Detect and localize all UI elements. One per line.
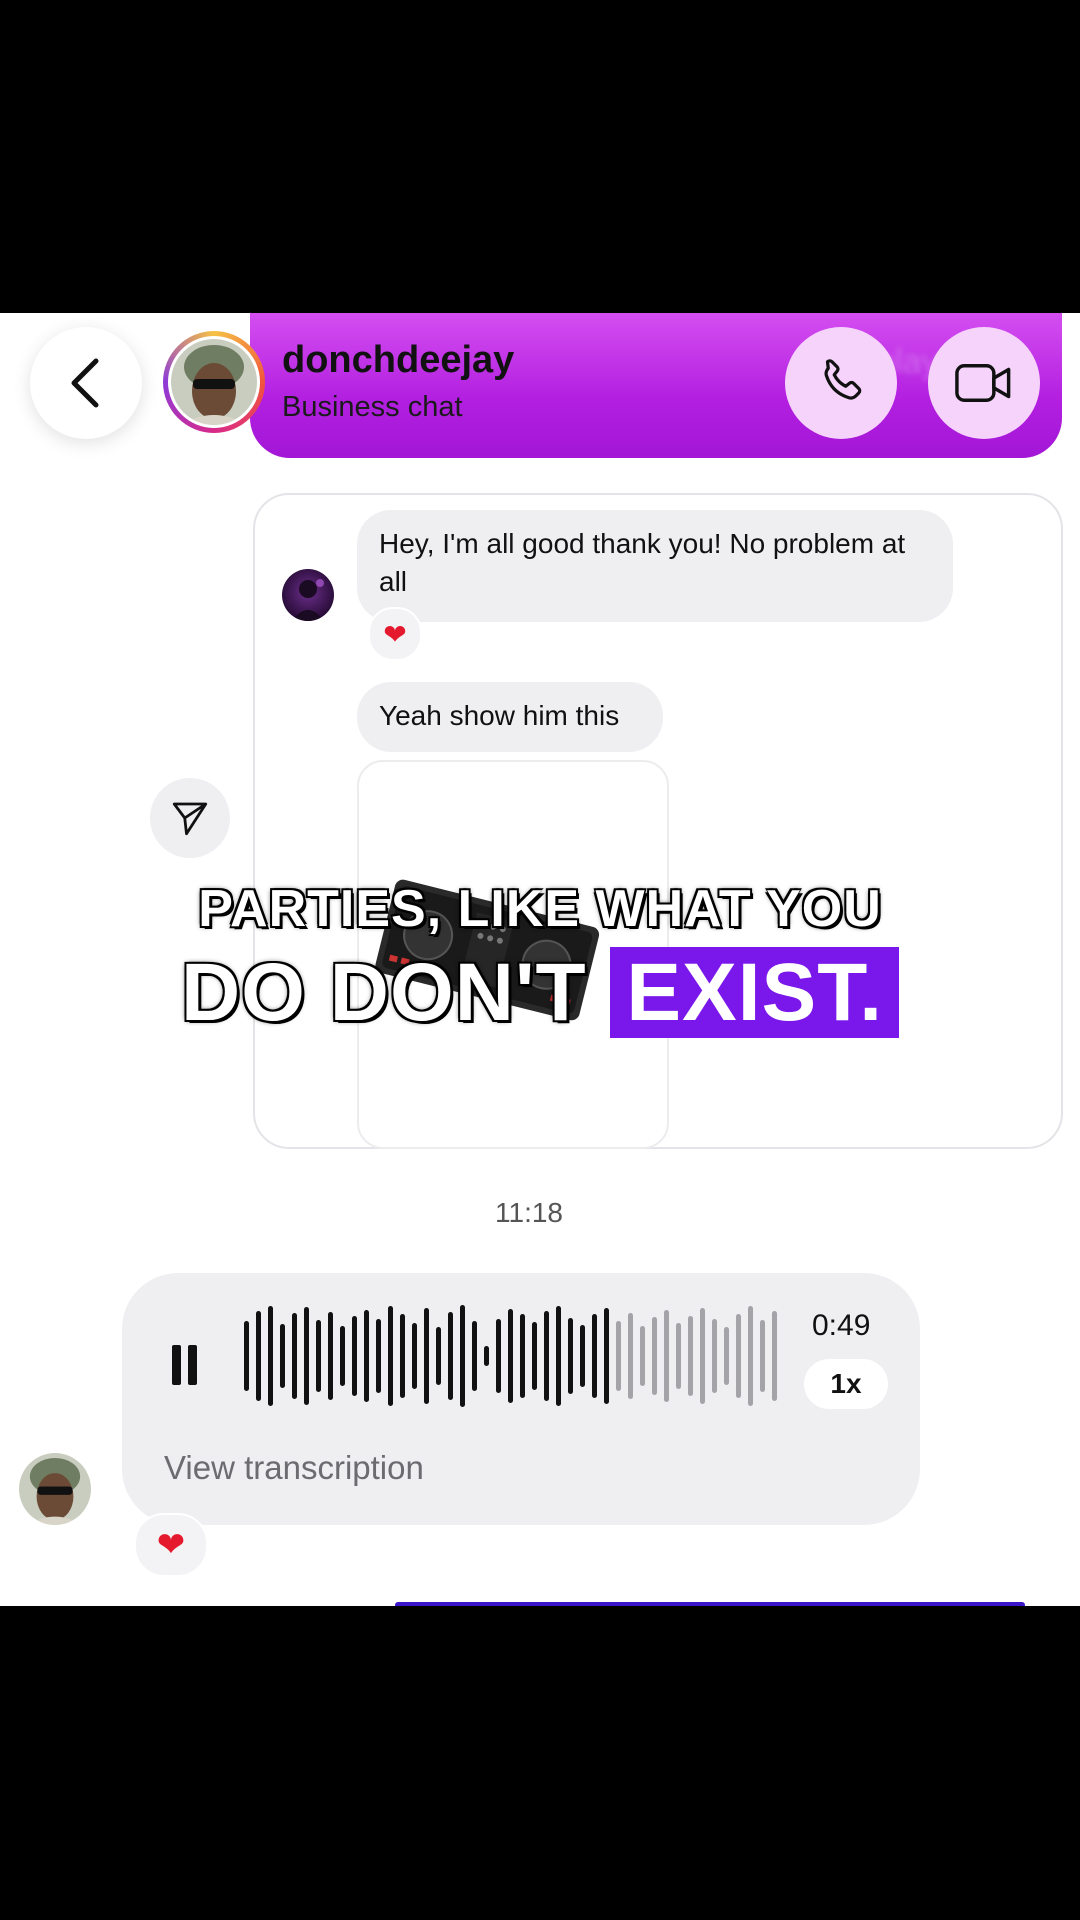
- waveform-bar: [604, 1308, 609, 1404]
- waveform-bar: [472, 1321, 477, 1391]
- video-camera-icon: [955, 364, 1011, 402]
- audio-call-button[interactable]: [785, 327, 897, 439]
- message-bubble[interactable]: Yeah show him this: [357, 682, 663, 752]
- waveform-bar: [280, 1324, 285, 1388]
- audio-waveform[interactable]: [242, 1301, 782, 1411]
- waveform-bar: [292, 1313, 297, 1399]
- waveform-bar: [616, 1321, 621, 1391]
- waveform-bar: [676, 1323, 681, 1389]
- waveform-bar: [244, 1321, 249, 1391]
- playback-speed-button[interactable]: 1x: [804, 1359, 888, 1409]
- voice-message-bubble[interactable]: 0:49 1x View transcription: [122, 1273, 920, 1525]
- contact-avatar[interactable]: [19, 1453, 91, 1525]
- waveform-bar: [712, 1319, 717, 1393]
- waveform-bar: [640, 1326, 645, 1386]
- send-icon: [172, 802, 208, 836]
- waveform-bar: [304, 1307, 309, 1405]
- waveform-bar: [412, 1323, 417, 1389]
- waveform-bar: [592, 1314, 597, 1398]
- caption-line-2: DO DON'T EXIST.: [0, 946, 1080, 1040]
- waveform-bar: [460, 1305, 465, 1407]
- waveform-bar: [424, 1308, 429, 1404]
- waveform-bar: [748, 1306, 753, 1406]
- phone-icon: [824, 359, 862, 400]
- contact-avatar-image: [19, 1453, 91, 1525]
- heart-reaction[interactable]: ❤: [368, 607, 422, 661]
- waveform-bar: [508, 1309, 513, 1403]
- heart-icon: ❤: [156, 1526, 186, 1564]
- waveform-bar: [724, 1327, 729, 1385]
- view-transcription-link[interactable]: View transcription: [164, 1449, 424, 1487]
- waveform-bar: [700, 1308, 705, 1404]
- caption-plain-text: DO DON'T: [180, 947, 587, 1038]
- voice-duration: 0:49: [812, 1309, 871, 1342]
- heart-reaction[interactable]: ❤: [134, 1513, 208, 1577]
- waveform-bar: [556, 1306, 561, 1406]
- sender-avatar-image: [292, 579, 324, 621]
- waveform-bar: [328, 1312, 333, 1400]
- waveform-bar: [580, 1325, 585, 1387]
- contact-username[interactable]: donchdeejay: [282, 339, 514, 382]
- video-call-button[interactable]: [928, 327, 1040, 439]
- chat-screen: and play, I'll co donchdeejay Business c…: [0, 313, 1080, 1606]
- sender-avatar[interactable]: [282, 569, 334, 621]
- waveform-bar: [376, 1319, 381, 1393]
- waveform-bar: [340, 1326, 345, 1386]
- waveform-bar: [544, 1311, 549, 1401]
- waveform-bar: [400, 1314, 405, 1398]
- waveform-bar: [520, 1314, 525, 1398]
- share-button[interactable]: [150, 778, 230, 858]
- heart-icon: ❤: [383, 618, 407, 650]
- caption-line-1: PARTIES, LIKE WHAT YOU: [198, 880, 882, 938]
- waveform-bar: [736, 1314, 741, 1398]
- contact-subtitle: Business chat: [282, 391, 463, 423]
- waveform-bar: [268, 1306, 273, 1406]
- waveform-bar: [772, 1311, 777, 1401]
- waveform-bar: [436, 1327, 441, 1385]
- avatar-face-image: [171, 339, 257, 425]
- waveform-bar: [688, 1316, 693, 1396]
- waveform-bar: [352, 1316, 357, 1396]
- profile-avatar[interactable]: [163, 331, 265, 433]
- waveform-bar: [628, 1313, 633, 1399]
- waveform-bar: [484, 1346, 489, 1366]
- pause-icon[interactable]: [170, 1343, 200, 1387]
- waveform-bar: [364, 1310, 369, 1402]
- message-timestamp: 11:18: [495, 1197, 563, 1228]
- waveform-bar: [568, 1318, 573, 1394]
- waveform-bar: [496, 1319, 501, 1393]
- waveform-bar: [664, 1310, 669, 1402]
- waveform-bar: [652, 1317, 657, 1395]
- back-button[interactable]: [30, 327, 142, 439]
- waveform-bar: [448, 1312, 453, 1400]
- scroll-indicator: [395, 1602, 1025, 1606]
- waveform-bar: [316, 1320, 321, 1392]
- message-bubble[interactable]: Hey, I'm all good thank you! No problem …: [357, 510, 953, 622]
- waveform-bar: [388, 1306, 393, 1406]
- waveform-bar: [760, 1320, 765, 1392]
- caption-highlight-text: EXIST.: [610, 947, 900, 1038]
- waveform-bar: [532, 1322, 537, 1390]
- chevron-left-icon: [71, 358, 99, 408]
- waveform-bar: [256, 1311, 261, 1401]
